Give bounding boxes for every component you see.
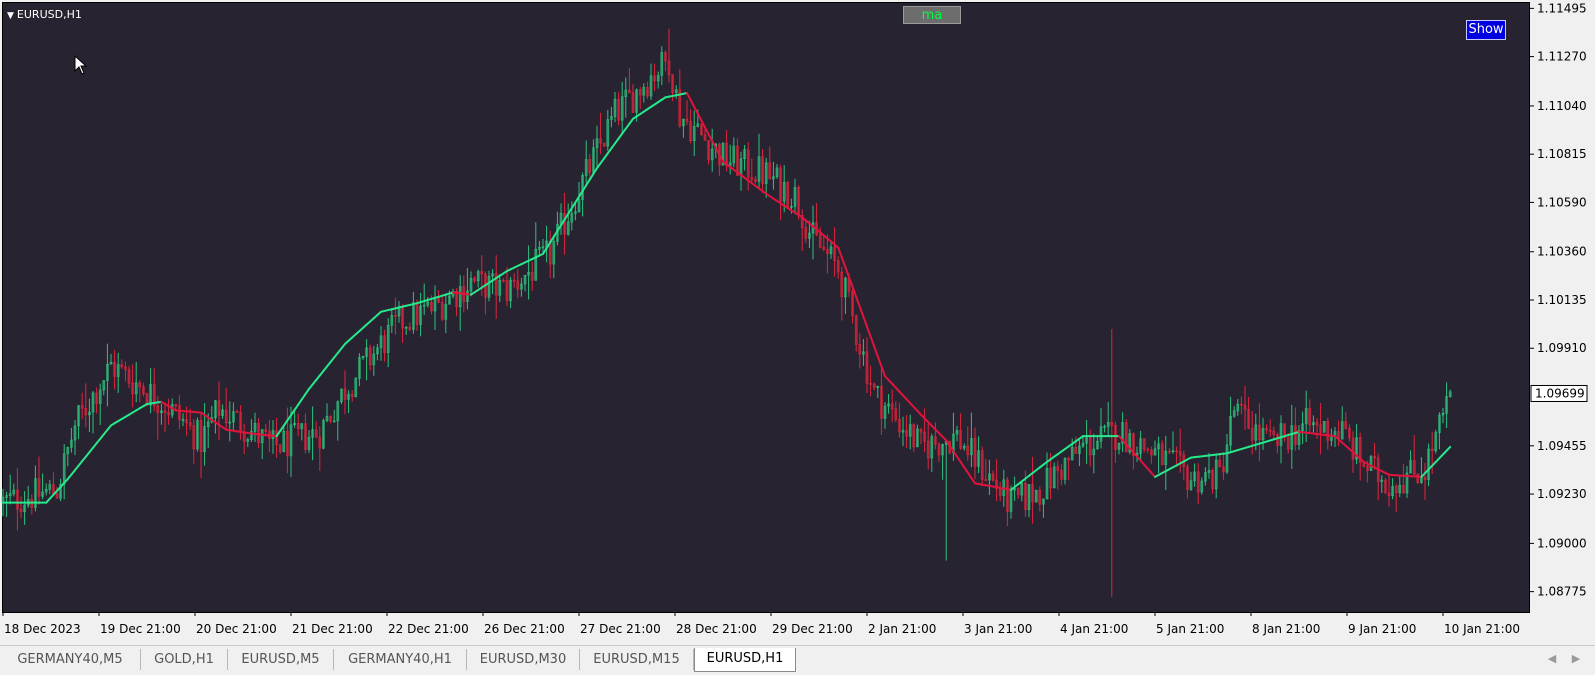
arrow-left-icon[interactable]: ◀	[1544, 650, 1560, 668]
x-tick-0: 18 Dec 2023	[4, 622, 81, 636]
symbol-caption-text: EURUSD,H1	[17, 8, 82, 21]
x-tick-2: 20 Dec 21:00	[196, 622, 277, 636]
plot-area[interactable]	[3, 3, 1529, 612]
y-tick-11: 1.08775	[1537, 585, 1587, 599]
show-button[interactable]: Show	[1466, 20, 1506, 40]
price-chart[interactable]: 1.11495 1.11270 1.11040 1.10815 1.10590 1.103…	[0, 0, 1595, 645]
chart-window[interactable]: 1.11495 1.11270 1.11040 1.10815 1.10590 1.103…	[0, 0, 1595, 645]
mouse-pointer-icon	[74, 55, 88, 75]
current-price-label: 1.09699	[1535, 386, 1585, 400]
x-tick-5: 26 Dec 21:00	[484, 622, 565, 636]
x-tick-3: 21 Dec 21:00	[292, 622, 373, 636]
x-tick-9: 2 Jan 21:00	[868, 622, 936, 636]
x-tick-11: 4 Jan 21:00	[1060, 622, 1128, 636]
y-tick-0: 1.11495	[1537, 1, 1587, 15]
tab-gold-h1[interactable]: GOLD,H1	[141, 649, 228, 670]
x-tick-1: 19 Dec 21:00	[100, 622, 181, 636]
symbol-caption[interactable]: ▼EURUSD,H1	[7, 8, 82, 23]
y-tick-8: 1.09455	[1537, 439, 1587, 453]
y-tick-5: 1.10360	[1537, 245, 1587, 259]
x-tick-14: 9 Jan 21:00	[1348, 622, 1416, 636]
x-tick-15: 10 Jan 21:00	[1444, 622, 1520, 636]
y-tick-2: 1.11040	[1537, 99, 1587, 113]
tab-germany40-h1[interactable]: GERMANY40,H1	[334, 649, 467, 670]
y-tick-6: 1.10135	[1537, 293, 1587, 307]
ma-button[interactable]: ma	[903, 6, 961, 24]
x-tick-10: 3 Jan 21:00	[964, 622, 1032, 636]
y-tick-10: 1.09000	[1537, 536, 1587, 550]
y-tick-4: 1.10590	[1537, 195, 1587, 209]
x-tick-12: 5 Jan 21:00	[1156, 622, 1224, 636]
y-tick-3: 1.10815	[1537, 147, 1587, 161]
tab-germany40-m5[interactable]: GERMANY40,M5	[0, 649, 141, 670]
triangle-down-icon[interactable]: ▼	[7, 11, 14, 21]
arrow-right-icon[interactable]: ▶	[1568, 650, 1584, 668]
x-tick-6: 27 Dec 21:00	[580, 622, 661, 636]
tab-eurusd-m15[interactable]: EURUSD,M15	[580, 649, 694, 670]
chart-tab-bar: GERMANY40,M5GOLD,H1EURUSD,M5GERMANY40,H1…	[0, 645, 1595, 675]
x-tick-7: 28 Dec 21:00	[676, 622, 757, 636]
x-tick-13: 8 Jan 21:00	[1252, 622, 1320, 636]
y-tick-7: 1.09910	[1537, 341, 1587, 355]
y-tick-9: 1.09230	[1537, 487, 1587, 501]
tab-eurusd-h1[interactable]: EURUSD,H1	[694, 648, 796, 672]
x-tick-4: 22 Dec 21:00	[388, 622, 469, 636]
tab-eurusd-m5[interactable]: EURUSD,M5	[228, 649, 334, 670]
y-tick-1: 1.11270	[1537, 50, 1587, 64]
x-tick-8: 29 Dec 21:00	[772, 622, 853, 636]
tab-eurusd-m30[interactable]: EURUSD,M30	[467, 649, 580, 670]
